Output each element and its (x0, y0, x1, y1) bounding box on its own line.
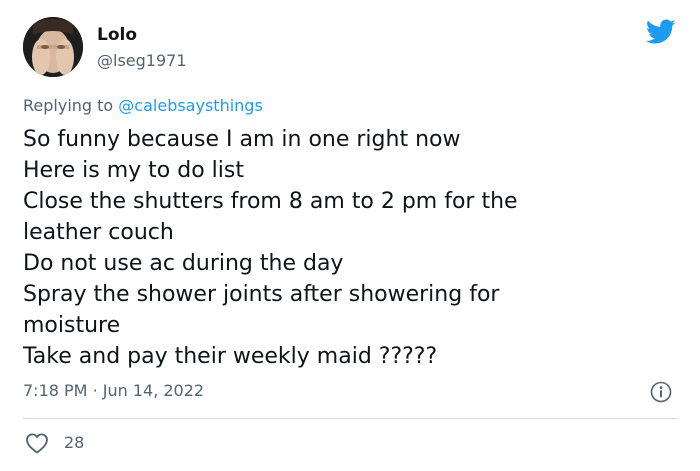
tweet-text-line: Do not use ac during the day (23, 251, 344, 276)
tweet-date: Jun 14, 2022 (102, 381, 205, 400)
info-icon[interactable] (650, 381, 672, 403)
tweet-timestamp[interactable]: 7:18 PM · Jun 14, 2022 (23, 381, 204, 401)
divider (23, 418, 677, 419)
reply-prefix: Replying to (23, 96, 114, 115)
tweet-card: Lolo @lseg1971 Replying to @calebsaysthi… (0, 0, 700, 471)
tweet-text-line: moisture (23, 313, 121, 338)
author-name[interactable]: Lolo (97, 24, 137, 46)
tweet-time: 7:18 PM (23, 381, 88, 400)
avatar-photo (23, 17, 83, 77)
reply-context: Replying to @calebsaysthings (23, 96, 263, 116)
like-count[interactable]: 28 (64, 433, 84, 453)
heart-icon[interactable] (25, 432, 49, 454)
avatar[interactable] (23, 17, 83, 77)
meta-separator: · (92, 381, 98, 400)
tweet-text-line: So funny because I am in one right now (23, 127, 461, 152)
tweet-text: So funny because I am in one right now H… (23, 124, 673, 372)
twitter-bird-icon[interactable] (646, 19, 676, 45)
tweet-text-line: Take and pay their weekly maid ????? (23, 344, 438, 369)
reply-mention-link[interactable]: @calebsaysthings (118, 96, 262, 115)
tweet-text-line: Close the shutters from 8 am to 2 pm for… (23, 189, 518, 214)
author-handle[interactable]: @lseg1971 (97, 51, 187, 71)
tweet-text-line: Spray the shower joints after showering … (23, 282, 500, 307)
tweet-text-line: Here is my to do list (23, 158, 244, 183)
tweet-text-line: leather couch (23, 220, 174, 245)
